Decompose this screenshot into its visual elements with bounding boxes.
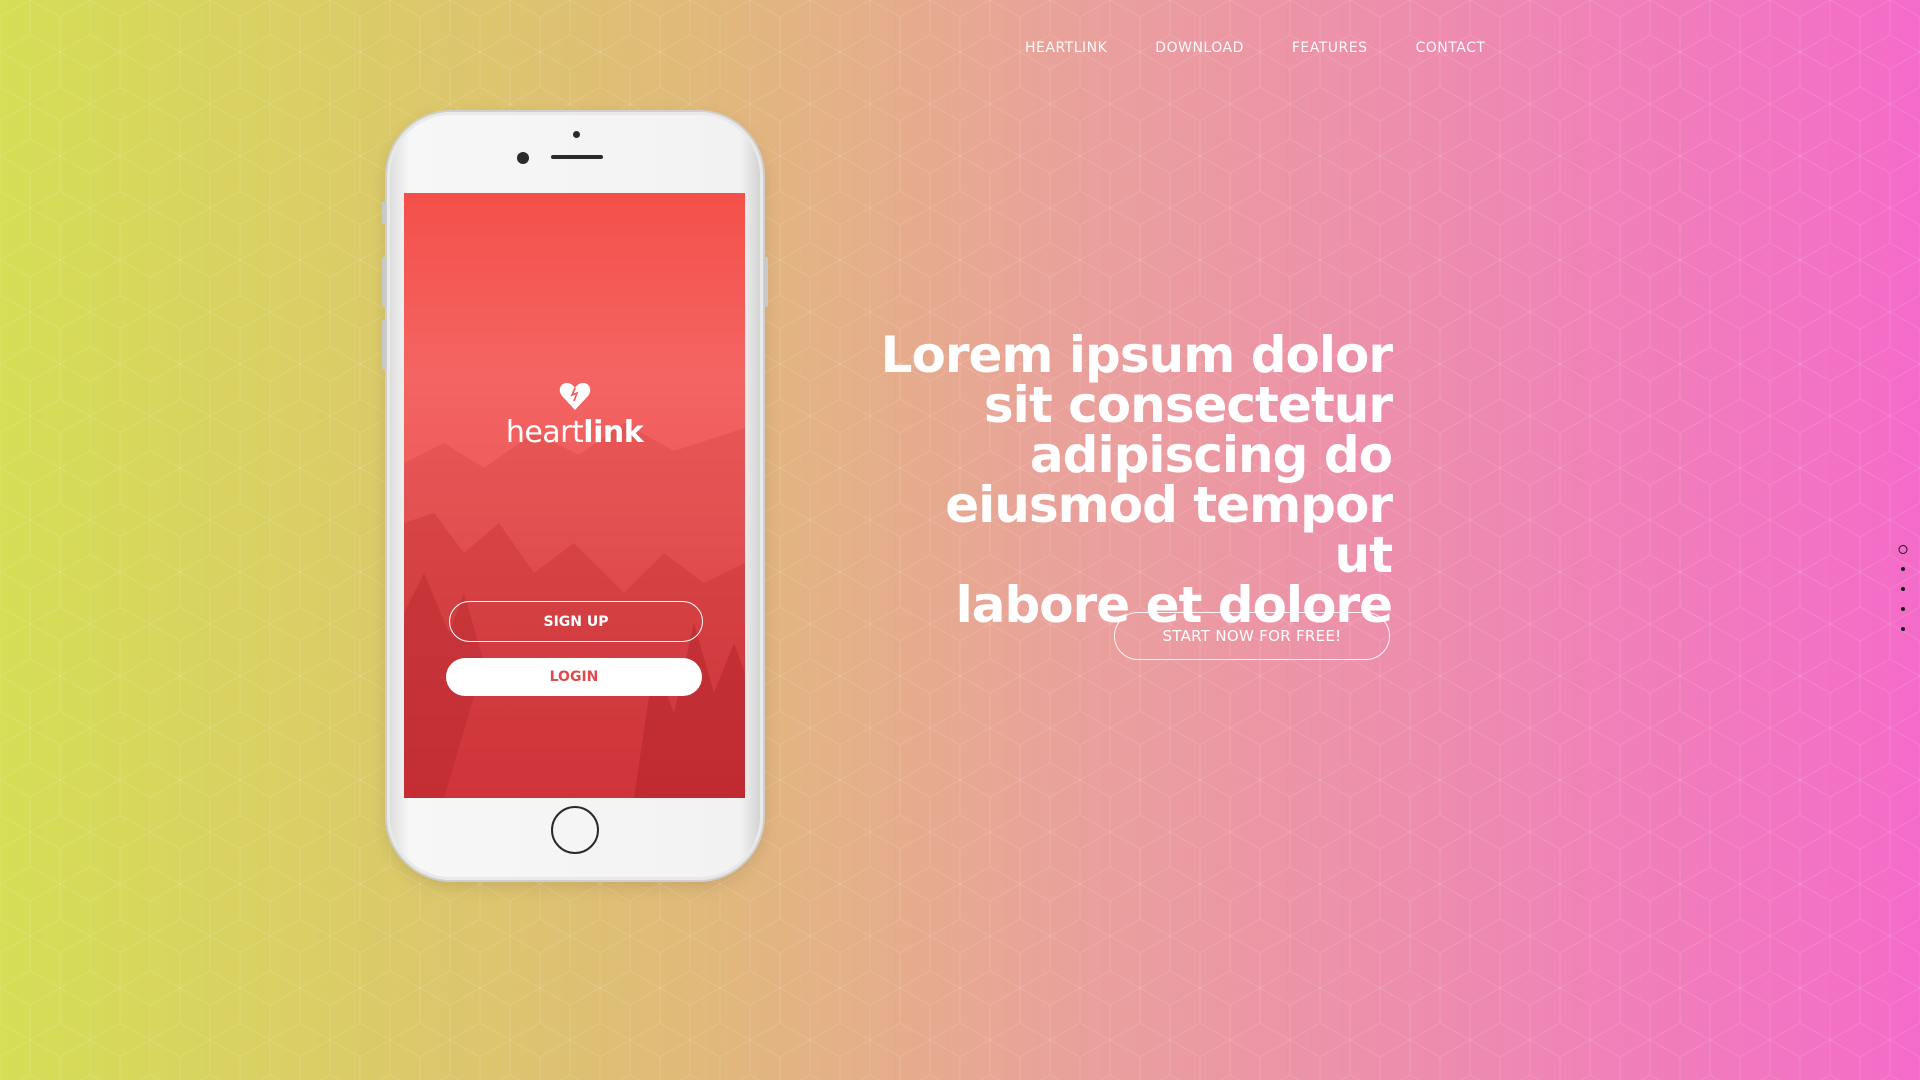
phone-speaker (551, 155, 603, 159)
nav-link-download[interactable]: DOWNLOAD (1155, 40, 1244, 56)
phone-volume-down (382, 320, 386, 370)
app-name-light: heart (505, 415, 584, 450)
app-logo-text: heartlink (404, 415, 745, 450)
screen-background-landscape (404, 423, 745, 798)
nav-link-contact[interactable]: CONTACT (1416, 40, 1486, 56)
nav-link-heartlink[interactable]: HEARTLINK (1025, 40, 1107, 56)
hero-headline: Lorem ipsum dolor sit consectetur adipis… (872, 326, 1393, 630)
phone-screen: heartlink SIGN UP LOGIN (404, 193, 745, 798)
section-dot-2[interactable] (1901, 567, 1905, 571)
hero-headline-line: sit consectetur (983, 376, 1393, 434)
hero-headline-line: Lorem ipsum dolor (880, 326, 1393, 384)
phone-home-button (551, 806, 599, 854)
app-name-bold: link (583, 415, 644, 450)
section-dot-1[interactable] (1898, 545, 1908, 554)
phone-mute-switch (382, 202, 386, 224)
phone-camera (517, 152, 529, 164)
phone-sensor-dot (573, 131, 580, 138)
signup-button[interactable]: SIGN UP (449, 601, 703, 642)
top-nav: HEARTLINK DOWNLOAD FEATURES CONTACT (1025, 40, 1533, 56)
hero-headline-line: adipiscing do (1029, 426, 1393, 484)
hero-section: Lorem ipsum dolor sit consectetur adipis… (872, 326, 1393, 630)
phone-mockup: heartlink SIGN UP LOGIN (382, 112, 768, 880)
hero-headline-line: eiusmod tempor ut (945, 476, 1393, 584)
section-dot-4[interactable] (1901, 607, 1905, 611)
phone-volume-up (382, 257, 386, 307)
login-button[interactable]: LOGIN (446, 658, 702, 696)
nav-link-features[interactable]: FEATURES (1292, 40, 1368, 56)
start-now-button[interactable]: START NOW FOR FREE! (1114, 612, 1390, 660)
heart-icon (559, 382, 591, 410)
section-dot-3[interactable] (1901, 587, 1905, 591)
section-dot-5[interactable] (1901, 627, 1905, 631)
phone-power-button (764, 257, 768, 307)
